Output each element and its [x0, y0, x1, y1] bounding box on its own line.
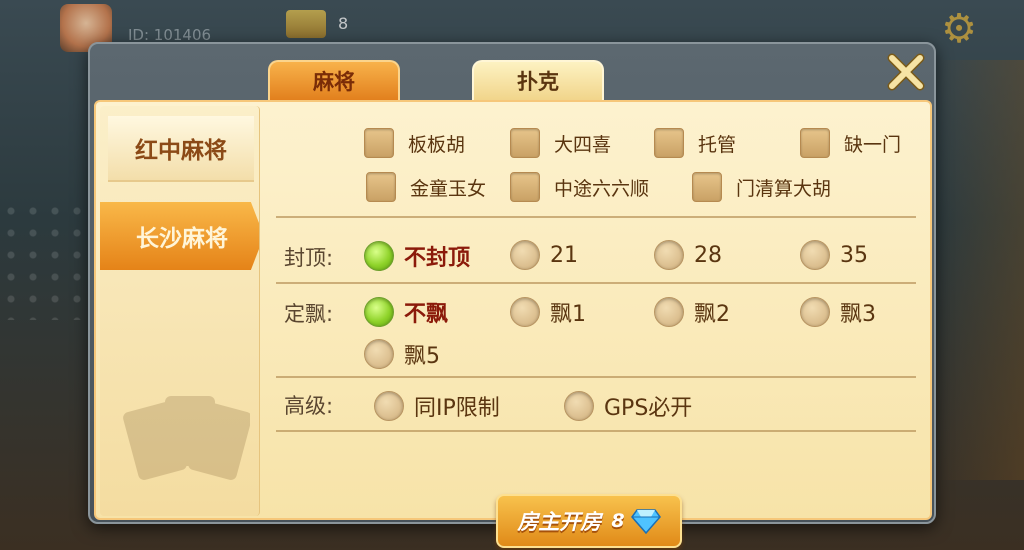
advanced-label: 高级:: [284, 394, 334, 418]
divider: [276, 430, 916, 432]
options-panel: 红中麻将 长沙麻将 板板胡 大四喜 托管 缺一门 金童玉女 中途六六顺 门清算大…: [94, 100, 932, 548]
option-queyimen[interactable]: 缺一门: [800, 128, 901, 158]
create-room-cost: 8: [611, 510, 625, 532]
piao-label: 定飘:: [284, 302, 334, 326]
radio-button[interactable]: [364, 297, 394, 327]
checkbox[interactable]: [654, 128, 684, 158]
option-jintongyunv[interactable]: 金童玉女: [366, 172, 486, 202]
option-tuoguan[interactable]: 托管: [654, 128, 736, 158]
gear-icon: ⚙: [941, 6, 977, 52]
cap-label: 封顶:: [284, 246, 334, 270]
radio-label: 飘2: [694, 302, 730, 327]
option-zhongtuliuliushun[interactable]: 中途六六顺: [510, 172, 649, 202]
coin-icon: [286, 10, 326, 38]
piao-option-3[interactable]: 飘3: [800, 296, 876, 328]
radio-label: 飘1: [550, 302, 586, 327]
cap-option-28[interactable]: 28: [654, 240, 722, 270]
option-dasixi[interactable]: 大四喜: [510, 128, 611, 158]
radio-label: 35: [840, 242, 868, 268]
side-decor: [934, 60, 1024, 480]
piao-option-none[interactable]: 不飘: [364, 296, 448, 328]
checkbox-label: 托管: [698, 133, 737, 156]
rule-options: 板板胡 大四喜 托管 缺一门 金童玉女 中途六六顺 门清算大胡 封顶: 不封顶 …: [276, 102, 916, 522]
radio-label: 28: [694, 242, 722, 268]
game-type-list: 红中麻将 长沙麻将: [100, 106, 260, 516]
radio-button[interactable]: [510, 297, 540, 327]
radio-button[interactable]: [654, 240, 684, 270]
background-hud: ID: 101406 8 ⚙: [0, 0, 1024, 52]
radio-label: 同IP限制: [414, 396, 500, 421]
radio-button[interactable]: [654, 297, 684, 327]
radio-label: 飘5: [404, 344, 440, 369]
cap-option-none[interactable]: 不封顶: [364, 240, 470, 272]
piao-option-2[interactable]: 飘2: [654, 296, 730, 328]
radio-button[interactable]: [364, 241, 394, 271]
tab-mahjong[interactable]: 麻将: [268, 60, 400, 100]
checkbox-label: 缺一门: [844, 133, 902, 156]
divider: [276, 376, 916, 378]
create-room-button[interactable]: 房主开房 8: [496, 494, 682, 548]
close-button[interactable]: [884, 50, 928, 94]
checkbox[interactable]: [510, 172, 540, 202]
game-item-changsha[interactable]: 长沙麻将: [100, 202, 259, 270]
checkbox-label: 中途六六顺: [554, 177, 650, 200]
create-room-label: 房主开房: [517, 510, 602, 534]
cap-option-21[interactable]: 21: [510, 240, 578, 270]
create-room-dialog: 麻将 扑克 红中麻将 长沙麻将 板板胡 大四喜 托管 缺一门 金童玉女 中途六六…: [88, 42, 936, 548]
advanced-option-same-ip[interactable]: 同IP限制: [374, 390, 500, 422]
radio-button[interactable]: [510, 240, 540, 270]
checkbox[interactable]: [364, 128, 394, 158]
checkbox[interactable]: [800, 128, 830, 158]
flower-decor: [0, 200, 90, 320]
divider: [276, 282, 916, 284]
checkbox-label: 门清算大胡: [736, 177, 832, 200]
cards-decor-icon: [123, 396, 250, 480]
close-icon: [887, 53, 925, 91]
option-banbanhu[interactable]: 板板胡: [364, 128, 465, 158]
radio-label: 不飘: [404, 302, 449, 327]
radio-label: 飘3: [840, 302, 876, 327]
checkbox-label: 大四喜: [554, 133, 612, 156]
checkbox-label: 金童玉女: [410, 177, 487, 200]
radio-button[interactable]: [564, 391, 594, 421]
cap-option-35[interactable]: 35: [800, 240, 868, 270]
divider: [276, 216, 916, 218]
piao-option-5[interactable]: 飘5: [364, 338, 440, 370]
checkbox[interactable]: [692, 172, 722, 202]
tab-poker[interactable]: 扑克: [472, 60, 604, 100]
option-menqingsuandahu[interactable]: 门清算大胡: [692, 172, 831, 202]
radio-label: 不封顶: [404, 246, 471, 271]
radio-button[interactable]: [374, 391, 404, 421]
coin-count: 8: [338, 14, 349, 33]
checkbox-label: 板板胡: [408, 133, 466, 156]
checkbox[interactable]: [366, 172, 396, 202]
radio-button[interactable]: [800, 240, 830, 270]
radio-label: 21: [550, 242, 578, 268]
advanced-option-gps[interactable]: GPS必开: [564, 390, 692, 422]
diamond-icon: [630, 509, 661, 534]
radio-button[interactable]: [364, 339, 394, 369]
radio-label: GPS必开: [604, 396, 693, 421]
piao-option-1[interactable]: 飘1: [510, 296, 586, 328]
game-item-hongzhong[interactable]: 红中麻将: [108, 116, 254, 182]
checkbox[interactable]: [510, 128, 540, 158]
radio-button[interactable]: [800, 297, 830, 327]
